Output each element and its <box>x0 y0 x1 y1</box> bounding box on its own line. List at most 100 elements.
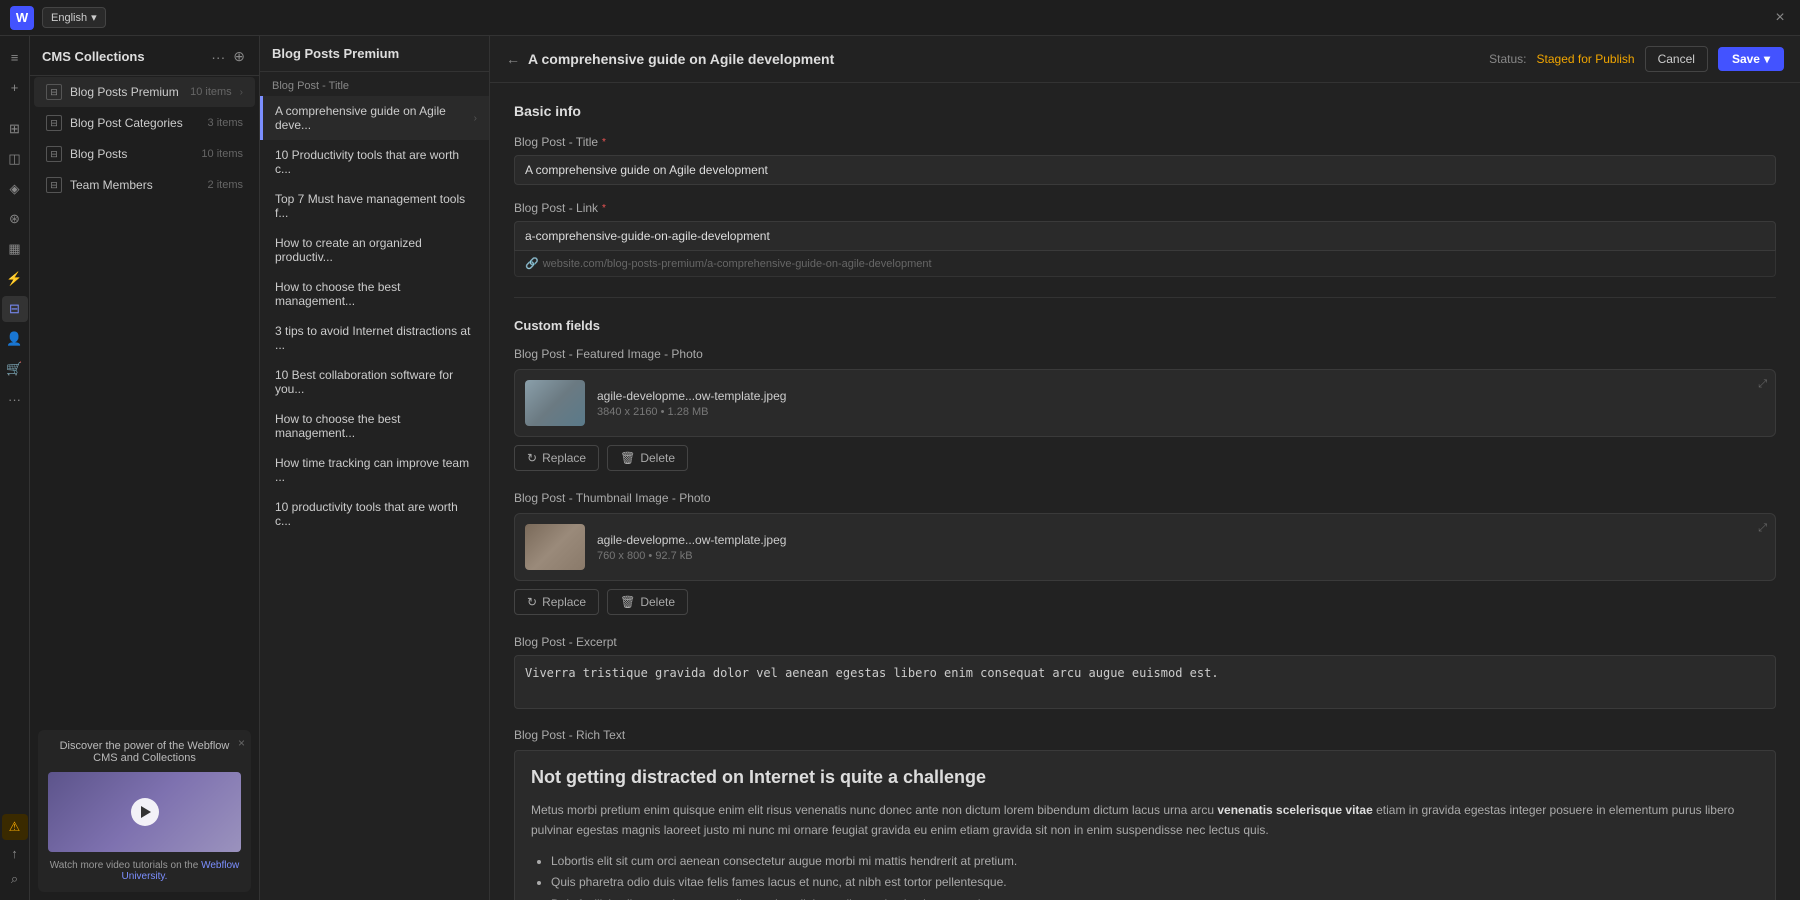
url-icon: 🔗 <box>525 257 539 270</box>
hamburger-icon[interactable]: ≡ <box>2 44 28 70</box>
title-input[interactable] <box>514 155 1776 185</box>
collection-name: Blog Post Categories <box>70 116 200 130</box>
post-item-title: 3 tips to avoid Internet distractions at… <box>275 324 477 352</box>
detail-header: ← A comprehensive guide on Agile develop… <box>490 36 1800 83</box>
url-preview: 🔗 website.com/blog-posts-premium/a-compr… <box>514 251 1776 277</box>
detail-title: A comprehensive guide on Agile developme… <box>528 51 834 67</box>
thumbnail-image-field-group: Blog Post - Thumbnail Image - Photo agil… <box>514 491 1776 615</box>
cancel-button[interactable]: Cancel <box>1645 46 1708 72</box>
promo-box: × Discover the power of the Webflow CMS … <box>38 730 251 892</box>
language-selector[interactable]: English ▾ <box>42 7 106 28</box>
post-item-title: 10 productivity tools that are worth c..… <box>275 500 477 528</box>
topbar: W English ▾ × <box>0 0 1800 36</box>
post-item-3[interactable]: Top 7 Must have management tools f... <box>260 184 489 228</box>
rich-text-li-3: Duis facilisis aliquet at lacus cras ali… <box>551 894 1759 900</box>
collection-icon: ⊟ <box>46 146 62 162</box>
thumbnail-image-replace-button[interactable]: ↻ Replace <box>514 589 599 615</box>
excerpt-field-group: Blog Post - Excerpt Viverra tristique gr… <box>514 635 1776 712</box>
icon-sidebar: ≡ + ⊞ ◫ ◈ ⊛ ▦ ⚡ ⊟ 👤 🛒 ··· ⚠ ↑ ⌕ <box>0 36 30 900</box>
cms-panel-title: CMS Collections <box>42 49 145 64</box>
posts-list: A comprehensive guide on Agile deve... ›… <box>260 96 489 900</box>
collection-icon: ⊟ <box>46 177 62 193</box>
post-item-5[interactable]: How to choose the best management... <box>260 272 489 316</box>
post-item-6[interactable]: 3 tips to avoid Internet distractions at… <box>260 316 489 360</box>
blog-posts-title: Blog Posts Premium <box>272 46 399 61</box>
topbar-left: W English ▾ <box>10 6 106 30</box>
delete-icon: 🗑 <box>620 451 635 465</box>
post-item-1[interactable]: A comprehensive guide on Agile deve... › <box>260 96 489 140</box>
featured-image-filename: agile-developme...ow-template.jpeg <box>597 389 1765 403</box>
detail-content: Basic info Blog Post - Title * Blog Post… <box>490 83 1800 900</box>
collections-list: ⊟ Blog Posts Premium 10 items › ⊟ Blog P… <box>30 76 259 722</box>
layers-icon[interactable]: ◫ <box>2 146 28 172</box>
promo-title: Discover the power of the Webflow CMS an… <box>48 740 241 764</box>
featured-image-delete-button[interactable]: 🗑 Delete <box>607 445 688 471</box>
users-icon[interactable]: 👤 <box>2 326 28 352</box>
collection-count: 10 items <box>201 148 243 160</box>
collection-count: 3 items <box>208 117 243 129</box>
post-item-title: A comprehensive guide on Agile deve... <box>275 104 474 132</box>
play-button[interactable] <box>131 798 159 826</box>
thumbnail-image-info: agile-developme...ow-template.jpeg 760 x… <box>597 533 1765 562</box>
interactions-icon[interactable]: ⚡ <box>2 266 28 292</box>
more-icon[interactable]: ··· <box>2 386 28 412</box>
promo-video[interactable] <box>48 772 241 852</box>
link-input[interactable] <box>514 221 1776 251</box>
featured-image-card: agile-developme...ow-template.jpeg 3840 … <box>514 369 1776 437</box>
post-item-title: Top 7 Must have management tools f... <box>275 192 477 220</box>
style-icon[interactable]: ◈ <box>2 176 28 202</box>
rich-text-h2-1: Not getting distracted on Internet is qu… <box>531 767 1759 788</box>
delete-icon: 🗑 <box>620 595 635 609</box>
post-item-10[interactable]: 10 productivity tools that are worth c..… <box>260 492 489 536</box>
cms-more-button[interactable]: ··· <box>209 46 227 67</box>
thumbnail-image-meta: 760 x 800 • 92.7 kB <box>597 550 1765 562</box>
cms-add-button[interactable]: ⊕ <box>231 46 247 67</box>
excerpt-label: Blog Post - Excerpt <box>514 635 1776 649</box>
collection-count: 2 items <box>208 179 243 191</box>
thumbnail-image-delete-button[interactable]: 🗑 Delete <box>607 589 688 615</box>
publish-icon[interactable]: ↑ <box>2 840 28 866</box>
cms-icon[interactable]: ⊟ <box>2 296 28 322</box>
post-item-2[interactable]: 10 Productivity tools that are worth c..… <box>260 140 489 184</box>
post-item-9[interactable]: How time tracking can improve team ... <box>260 448 489 492</box>
collection-name: Team Members <box>70 178 200 192</box>
post-item-title: 10 Productivity tools that are worth c..… <box>275 148 477 176</box>
featured-image-thumb <box>525 380 585 426</box>
rich-text-p1: Metus morbi pretium enim quisque enim el… <box>531 800 1759 841</box>
search-icon[interactable]: ⌕ <box>2 866 28 892</box>
pages-icon[interactable]: ⊞ <box>2 116 28 142</box>
rich-text-label: Blog Post - Rich Text <box>514 728 1776 742</box>
play-icon <box>141 806 151 818</box>
thumbnail-image-expand-button[interactable]: ⤢ <box>1758 522 1767 535</box>
link-field-label: Blog Post - Link * <box>514 201 1776 215</box>
collection-name: Blog Posts <box>70 147 193 161</box>
save-button[interactable]: Save ▾ <box>1718 47 1784 71</box>
collection-item-blog-posts[interactable]: ⊟ Blog Posts 10 items <box>34 139 255 169</box>
collection-item-blog-posts-premium[interactable]: ⊟ Blog Posts Premium 10 items › <box>34 77 255 107</box>
webflow-logo: W <box>10 6 34 30</box>
excerpt-input[interactable]: Viverra tristique gravida dolor vel aene… <box>514 655 1776 709</box>
assets-icon[interactable]: ▦ <box>2 236 28 262</box>
promo-close-button[interactable]: × <box>238 736 245 750</box>
rich-text-bold: venenatis scelerisque vitae <box>1217 803 1372 817</box>
add-icon[interactable]: + <box>2 74 28 100</box>
thumbnail-image-card: agile-developme...ow-template.jpeg 760 x… <box>514 513 1776 581</box>
rich-text-container[interactable]: Not getting distracted on Internet is qu… <box>514 750 1776 900</box>
post-item-8[interactable]: How to choose the best management... <box>260 404 489 448</box>
back-button[interactable]: ← <box>506 51 520 67</box>
close-button[interactable]: × <box>1770 8 1790 28</box>
ecom-icon[interactable]: 🛒 <box>2 356 28 382</box>
featured-image-expand-button[interactable]: ⤢ <box>1758 378 1767 391</box>
featured-image-label: Blog Post - Featured Image - Photo <box>514 347 1776 361</box>
warning-icon[interactable]: ⚠ <box>2 814 28 840</box>
title-field-group: Blog Post - Title * <box>514 135 1776 185</box>
post-item-4[interactable]: How to create an organized productiv... <box>260 228 489 272</box>
collection-name: Blog Posts Premium <box>70 85 182 99</box>
collection-item-team-members[interactable]: ⊟ Team Members 2 items <box>34 170 255 200</box>
post-item-7[interactable]: 10 Best collaboration software for you..… <box>260 360 489 404</box>
featured-image-replace-button[interactable]: ↻ Replace <box>514 445 599 471</box>
divider-1 <box>514 297 1776 298</box>
collection-item-blog-post-categories[interactable]: ⊟ Blog Post Categories 3 items <box>34 108 255 138</box>
components-icon[interactable]: ⊛ <box>2 206 28 232</box>
basic-info-title: Basic info <box>514 103 1776 119</box>
